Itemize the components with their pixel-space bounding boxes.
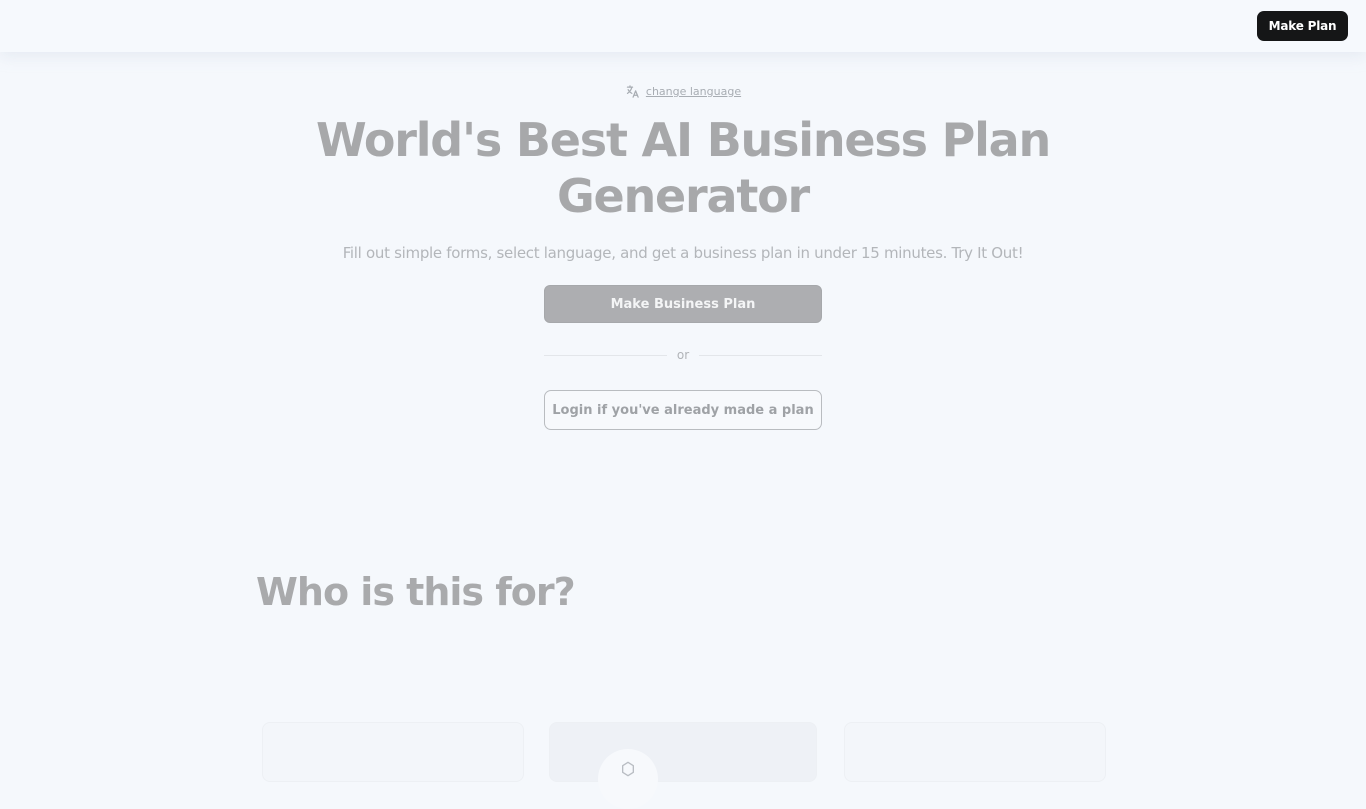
divider-line-right bbox=[699, 354, 822, 356]
translate-icon bbox=[625, 84, 640, 99]
top-navbar: Make Plan bbox=[0, 0, 1366, 52]
change-language-link[interactable]: change language bbox=[646, 85, 741, 98]
audience-card-2[interactable] bbox=[549, 722, 817, 809]
login-button[interactable]: Login if you've already made a plan bbox=[544, 390, 822, 430]
audience-card-3[interactable] bbox=[844, 722, 1106, 782]
make-business-plan-button[interactable]: Make Business Plan bbox=[544, 285, 822, 323]
shield-icon bbox=[598, 749, 658, 809]
make-plan-button[interactable]: Make Plan bbox=[1257, 11, 1348, 41]
hero-subtitle: Fill out simple forms, select language, … bbox=[342, 244, 1024, 262]
who-is-this-for-title: Who is this for? bbox=[256, 570, 576, 614]
divider-text: or bbox=[676, 348, 690, 362]
hero-title: World's Best AI Business Plan Generator bbox=[0, 112, 1366, 224]
or-divider: or bbox=[544, 346, 822, 364]
hero-title-line-1: World's Best AI Business Plan bbox=[315, 113, 1051, 167]
divider-line-left bbox=[544, 354, 667, 356]
hero-title-line-2: Generator bbox=[556, 169, 810, 223]
language-switcher[interactable]: change language bbox=[0, 84, 1366, 99]
audience-card-1[interactable] bbox=[262, 722, 524, 782]
